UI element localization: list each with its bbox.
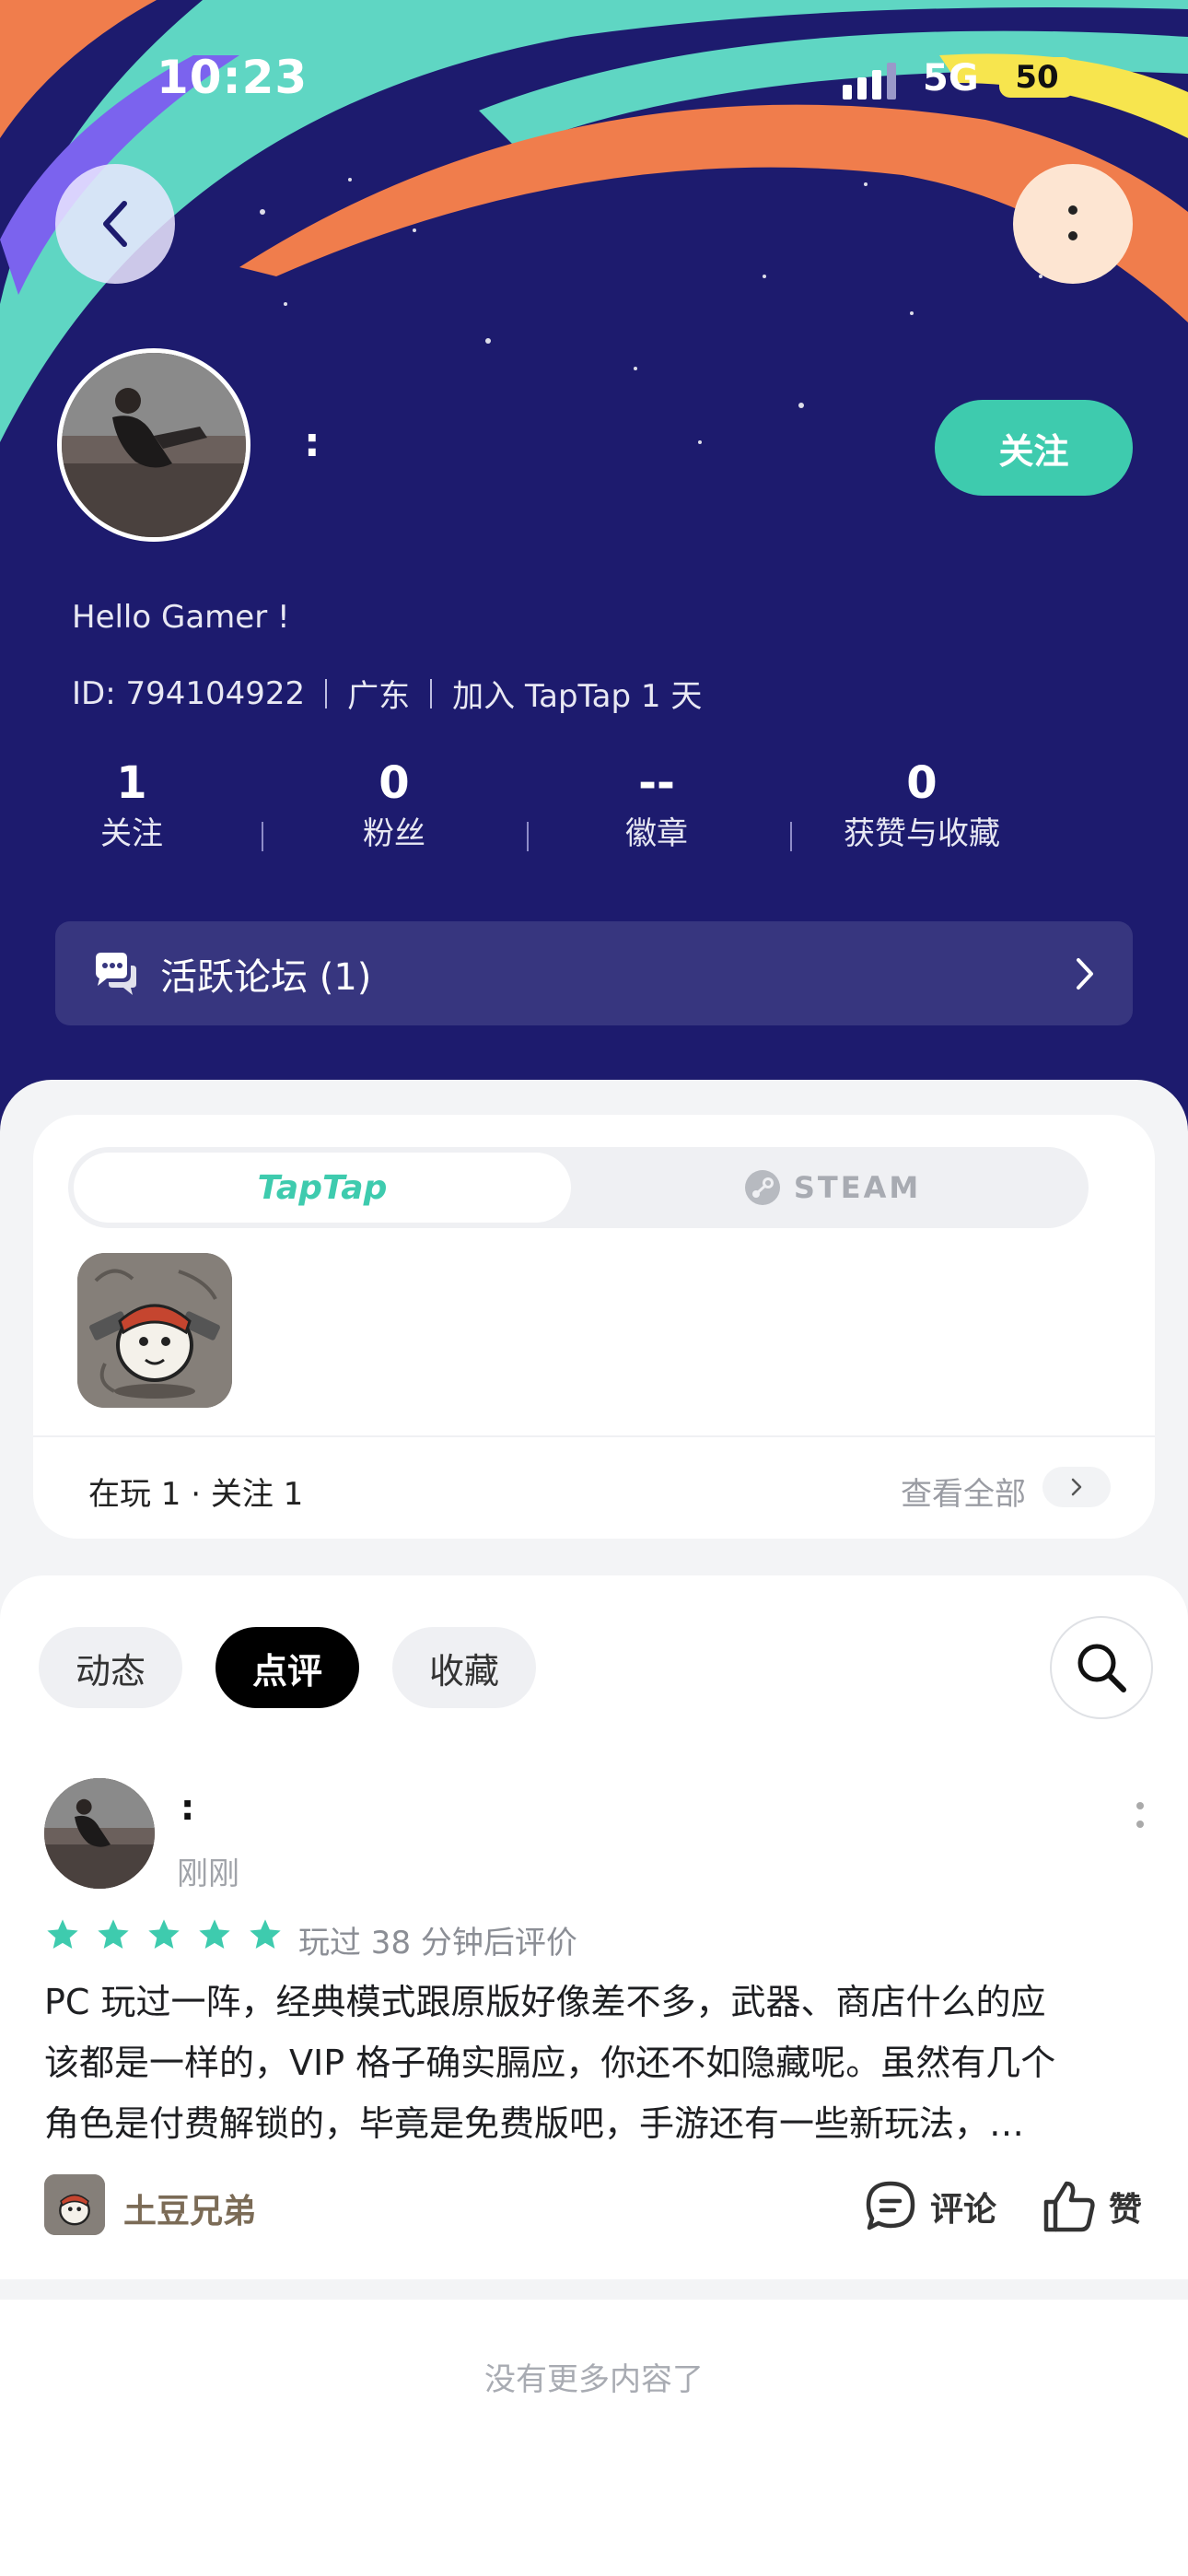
user-region: 广东 (347, 678, 411, 715)
stat-value: 0 (379, 757, 410, 809)
played-duration: 玩过 38 分钟后评价 (298, 1925, 577, 1961)
forum-chat-icon (96, 952, 136, 995)
stat-label: 粉丝 (363, 815, 425, 852)
stat-followers[interactable]: 0 粉丝 (265, 755, 523, 857)
chevron-right-icon (1077, 958, 1093, 989)
avatar-photo (44, 1778, 155, 1889)
divider (790, 822, 792, 851)
post-timestamp: 刚刚 (177, 1856, 239, 1892)
review-line: 角色是付费解锁的，毕竟是免费版吧，手游还有一些新玩法，… (44, 2103, 1025, 2144)
follow-button[interactable]: 关注 (935, 400, 1133, 496)
tab-taptap[interactable]: TapTap (74, 1153, 571, 1223)
post-author-avatar[interactable] (44, 1778, 155, 1889)
divider (33, 1435, 1155, 1437)
comment-icon (866, 2181, 915, 2231)
network-type: 5G (923, 57, 979, 100)
tab-dynamics[interactable]: 动态 (39, 1627, 182, 1708)
stat-label: 徽章 (625, 815, 688, 852)
stat-value: 0 (906, 757, 938, 809)
review-line: 该都是一样的，VIP 格子确实膈应，你还不如隐藏呢。虽然有几个 (44, 2043, 1056, 2083)
active-forum-bar[interactable]: 活跃论坛 (1) (55, 921, 1133, 1025)
like-button[interactable]: 赞 (1041, 2174, 1142, 2239)
search-icon (1077, 1644, 1126, 1692)
chevron-right-icon (1071, 1478, 1082, 1496)
post-more-icon[interactable] (1131, 1795, 1149, 1841)
more-options-button[interactable] (1013, 164, 1133, 284)
star-icon (148, 1919, 180, 1949)
star-icon (199, 1919, 230, 1949)
review-line: PC 玩过一阵，经典模式跟原版好像差不多，武器、商店什么的应 (44, 1982, 1046, 2022)
divider (430, 678, 433, 708)
signal-icon (843, 63, 896, 100)
stat-label: 获赞与收藏 (844, 815, 1000, 852)
post-author-name[interactable]: : (181, 1787, 194, 1828)
battery-indicator: 50 (999, 57, 1075, 98)
join-info: 加入 TapTap 1 天 (452, 678, 703, 715)
game-tag-icon[interactable] (44, 2174, 105, 2235)
search-button[interactable] (1050, 1616, 1153, 1719)
profile-header: 10:23 5G 50: 关注 Hello Gamer ! ID: 79410… (0, 0, 1188, 1142)
status-time: 10:23 (157, 51, 309, 104)
comment-button[interactable]: 评论 (862, 2174, 996, 2239)
star-icon (47, 1919, 78, 1949)
steam-label: STEAM (793, 1170, 922, 1205)
comment-label: 评论 (930, 2191, 997, 2229)
playing-summary: 在玩 1 · 关注 1 (88, 1476, 304, 1513)
profile-username: : (304, 419, 320, 466)
user-id: ID: 794104922 (72, 674, 306, 712)
like-label: 赞 (1109, 2191, 1143, 2229)
profile-stats: 1 关注 0 粉丝 -- 徽章 0 获赞与收藏 (0, 755, 1188, 866)
star-icon (250, 1919, 281, 1949)
tab-steam[interactable]: STEAM (584, 1153, 1081, 1223)
profile-meta: ID: 794104922 广东 加入 TapTap 1 天 (72, 671, 702, 716)
brotato-game-art (77, 1253, 232, 1408)
stat-following[interactable]: 1 关注 (3, 755, 261, 857)
thumbs-up-icon (1043, 2181, 1095, 2232)
brotato-game-art (44, 2174, 105, 2235)
end-of-list-text: 没有更多内容了 (484, 2361, 704, 2398)
tab-favorites[interactable]: 收藏 (392, 1627, 536, 1708)
profile-page: 10:23 5G 50: 关注 Hello Gamer ! ID: 79410… (0, 0, 1188, 2576)
game-tag-name[interactable]: 土豆兄弟 (123, 2184, 256, 2232)
review-body[interactable]: PC 玩过一阵，经典模式跟原版好像差不多，武器、商店什么的应 该都是一样的，VI… (44, 1972, 1149, 2154)
steam-icon (744, 1170, 780, 1205)
profile-bio: Hello Gamer ! (72, 599, 290, 636)
chevron-left-icon (103, 201, 127, 247)
profile-avatar[interactable] (57, 348, 250, 542)
tab-reviews[interactable]: 点评 (215, 1627, 359, 1708)
stat-label: 关注 (100, 815, 163, 852)
star-icon (98, 1919, 129, 1949)
game-icon-brotato[interactable] (77, 1253, 232, 1408)
stat-value: -- (638, 757, 675, 809)
back-button[interactable] (55, 164, 175, 284)
stat-likes-favorites[interactable]: 0 获赞与收藏 (793, 755, 1051, 857)
stat-value: 1 (116, 757, 147, 809)
forum-label: 活跃论坛 (1) (160, 955, 372, 999)
divider (262, 822, 263, 851)
more-vertical-icon (1068, 205, 1077, 240)
rating-stars (44, 1916, 297, 1953)
stat-badges[interactable]: -- 徽章 (528, 755, 786, 857)
divider (325, 678, 328, 708)
view-all-button[interactable] (1042, 1467, 1111, 1507)
avatar-photo (62, 353, 246, 537)
divider (0, 2279, 1188, 2300)
view-all-link[interactable]: 查看全部 (901, 1469, 1026, 1514)
platform-switch: TapTap STEAM (68, 1147, 1089, 1228)
